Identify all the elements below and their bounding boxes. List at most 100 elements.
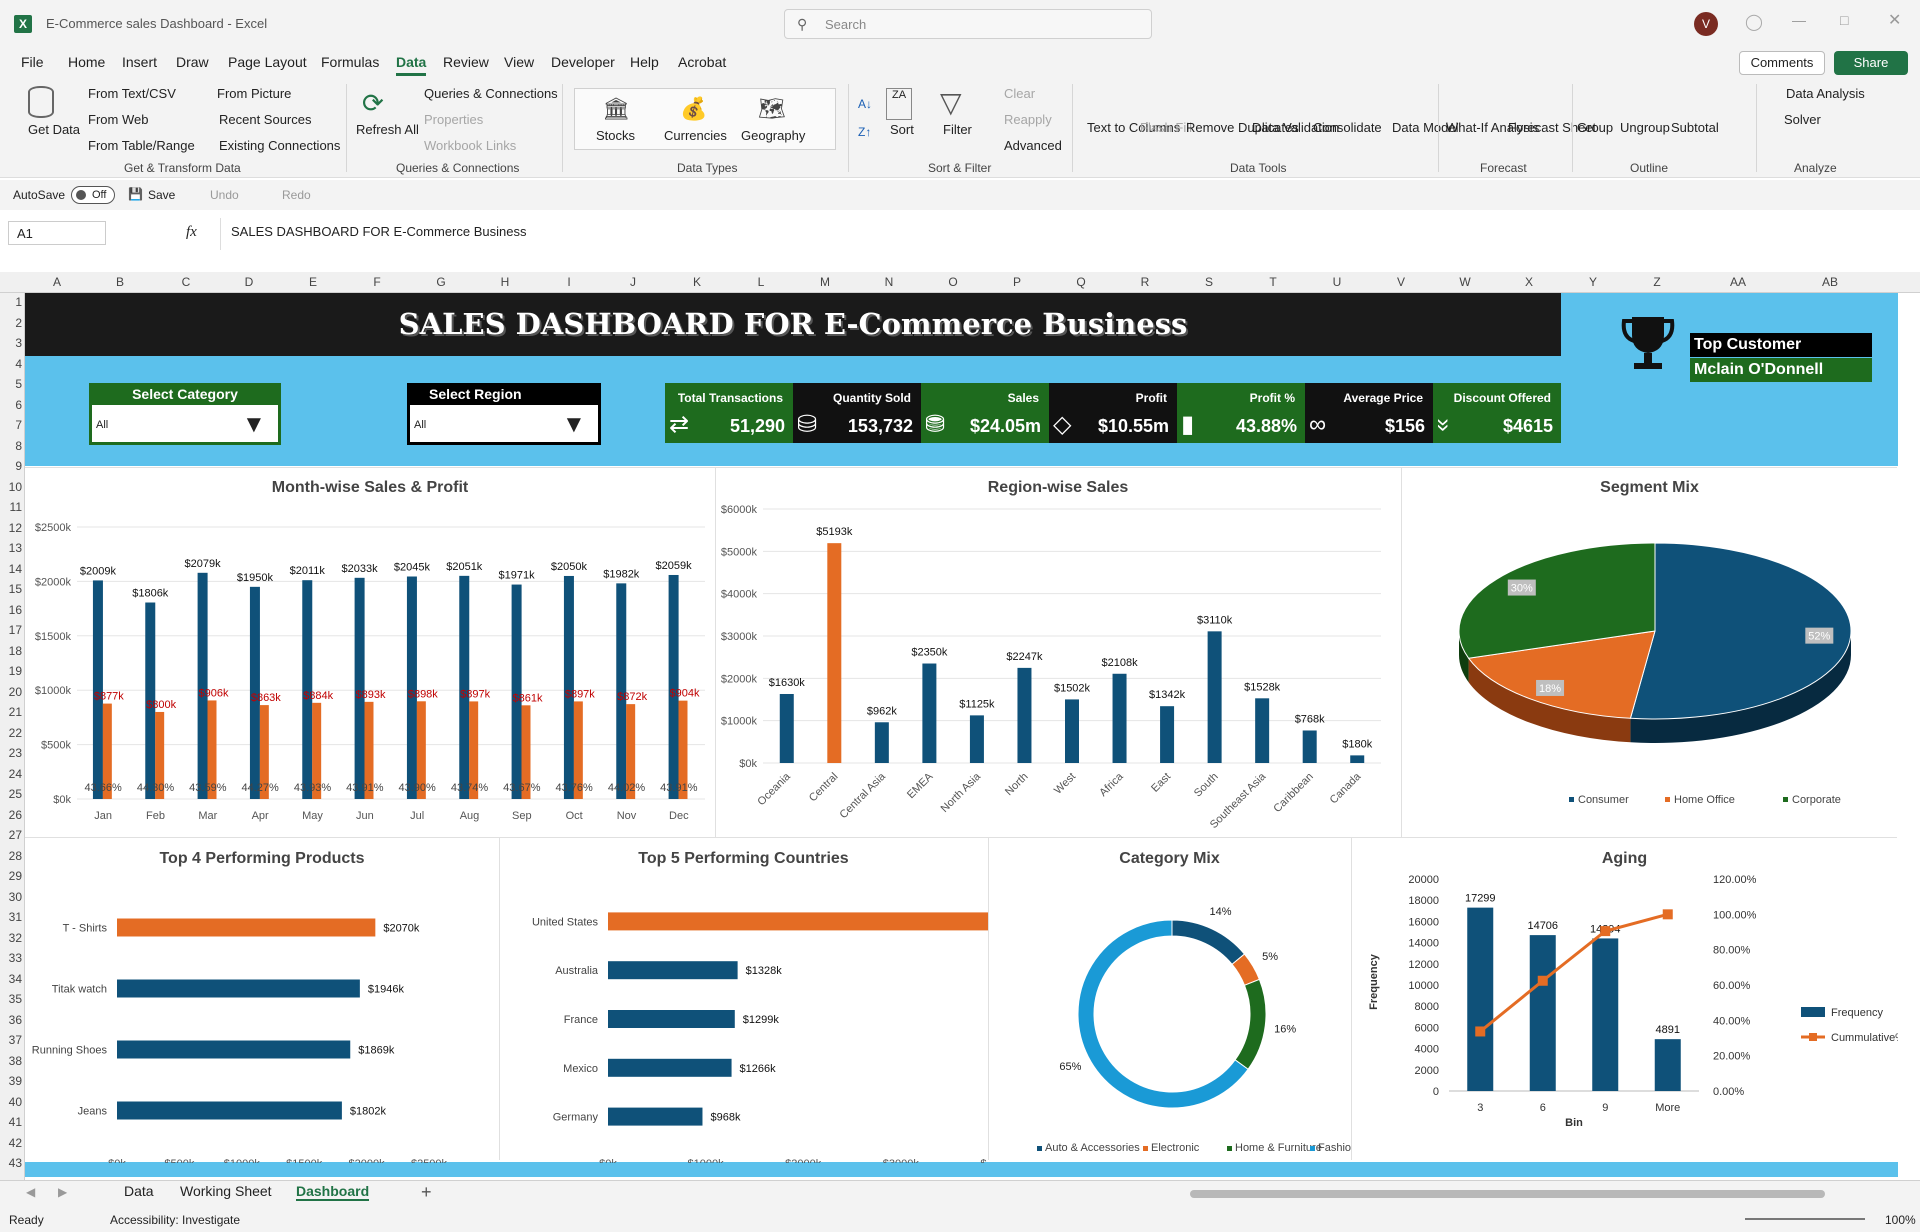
row-header[interactable]: 33 bbox=[0, 951, 22, 965]
row-header[interactable]: 24 bbox=[0, 767, 22, 781]
close-icon[interactable]: ✕ bbox=[1888, 10, 1901, 30]
solver-button[interactable]: Solver bbox=[1784, 112, 1821, 127]
row-header[interactable]: 21 bbox=[0, 705, 22, 719]
row-header[interactable]: 8 bbox=[0, 439, 22, 453]
from-web-button[interactable]: From Web bbox=[88, 112, 148, 127]
column-header[interactable]: Y bbox=[1583, 275, 1603, 289]
row-header[interactable]: 11 bbox=[0, 500, 22, 514]
zoom-slider[interactable] bbox=[1745, 1218, 1865, 1220]
column-header[interactable]: B bbox=[110, 275, 130, 289]
currencies-button[interactable]: Currencies bbox=[664, 128, 727, 143]
fx-icon[interactable]: fx bbox=[186, 224, 197, 241]
lightbulb-icon[interactable]: ◯ bbox=[1745, 12, 1763, 32]
row-header[interactable]: 4 bbox=[0, 357, 22, 371]
column-header[interactable]: N bbox=[879, 275, 899, 289]
column-header[interactable]: J bbox=[623, 275, 643, 289]
menu-insert[interactable]: Insert bbox=[122, 54, 157, 70]
column-header[interactable]: A bbox=[47, 275, 67, 289]
row-header[interactable]: 14 bbox=[0, 562, 22, 576]
prev-sheet-icon[interactable]: ◀ bbox=[26, 1185, 35, 1199]
clear-button[interactable]: Clear bbox=[1004, 86, 1035, 101]
menu-acrobat[interactable]: Acrobat bbox=[678, 54, 726, 70]
horizontal-scrollbar[interactable] bbox=[1190, 1190, 1825, 1198]
menu-review[interactable]: Review bbox=[443, 54, 489, 70]
row-header[interactable]: 17 bbox=[0, 623, 22, 637]
menu-developer[interactable]: Developer bbox=[551, 54, 615, 70]
group-button[interactable]: Group bbox=[1577, 120, 1613, 135]
properties-button[interactable]: Properties bbox=[424, 112, 483, 127]
existing-connections-button[interactable]: Existing Connections bbox=[219, 138, 340, 153]
row-header[interactable]: 2 bbox=[0, 316, 22, 330]
flash-fill-button[interactable]: Flash Fill bbox=[1140, 120, 1192, 135]
column-header[interactable]: V bbox=[1391, 275, 1411, 289]
row-header[interactable]: 36 bbox=[0, 1013, 22, 1027]
menu-view[interactable]: View bbox=[504, 54, 534, 70]
column-header[interactable]: AA bbox=[1728, 275, 1748, 289]
row-header[interactable]: 1 bbox=[0, 295, 22, 309]
column-header[interactable]: G bbox=[431, 275, 451, 289]
next-sheet-icon[interactable]: ▶ bbox=[58, 1185, 67, 1199]
workbook-links-button[interactable]: Workbook Links bbox=[424, 138, 516, 153]
menu-data[interactable]: Data bbox=[396, 54, 427, 76]
row-header[interactable]: 25 bbox=[0, 787, 22, 801]
row-header[interactable]: 13 bbox=[0, 541, 22, 555]
column-header[interactable]: K bbox=[687, 275, 707, 289]
name-box[interactable]: A1 bbox=[8, 221, 106, 245]
save-button[interactable]: Save bbox=[148, 188, 175, 202]
sort-button[interactable]: Sort bbox=[890, 122, 914, 137]
data-model-button[interactable]: Data Model bbox=[1392, 120, 1458, 135]
data-analysis-button[interactable]: Data Analysis bbox=[1786, 86, 1865, 101]
select-region[interactable]: Select Region All ▼ bbox=[407, 383, 601, 445]
accessibility-status[interactable]: Accessibility: Investigate bbox=[110, 1213, 240, 1227]
menu-formulas[interactable]: Formulas bbox=[321, 54, 379, 70]
formula-input[interactable]: SALES DASHBOARD FOR E-Commerce Business bbox=[220, 218, 1910, 250]
column-header[interactable]: H bbox=[495, 275, 515, 289]
row-header[interactable]: 43 bbox=[0, 1156, 22, 1170]
row-header[interactable]: 38 bbox=[0, 1054, 22, 1068]
from-picture-button[interactable]: From Picture bbox=[217, 86, 291, 101]
row-header[interactable]: 9 bbox=[0, 459, 22, 473]
menu-page-layout[interactable]: Page Layout bbox=[228, 54, 307, 70]
column-header[interactable]: O bbox=[943, 275, 963, 289]
row-header[interactable]: 22 bbox=[0, 726, 22, 740]
menu-draw[interactable]: Draw bbox=[176, 54, 209, 70]
row-header[interactable]: 34 bbox=[0, 972, 22, 986]
row-header[interactable]: 27 bbox=[0, 828, 22, 842]
column-header[interactable]: C bbox=[176, 275, 196, 289]
advanced-button[interactable]: Advanced bbox=[1004, 138, 1062, 153]
row-header[interactable]: 3 bbox=[0, 336, 22, 350]
column-header[interactable]: Q bbox=[1071, 275, 1091, 289]
row-header[interactable]: 12 bbox=[0, 521, 22, 535]
zoom-level[interactable]: 100% bbox=[1885, 1213, 1916, 1227]
row-header[interactable]: 5 bbox=[0, 377, 22, 391]
row-header[interactable]: 26 bbox=[0, 808, 22, 822]
row-header[interactable]: 20 bbox=[0, 685, 22, 699]
row-header[interactable]: 6 bbox=[0, 398, 22, 412]
column-header[interactable]: F bbox=[367, 275, 387, 289]
reapply-button[interactable]: Reapply bbox=[1004, 112, 1052, 127]
column-header[interactable]: I bbox=[559, 275, 579, 289]
comments-button[interactable]: Comments bbox=[1739, 51, 1825, 75]
row-header[interactable]: 42 bbox=[0, 1136, 22, 1150]
column-header[interactable]: W bbox=[1455, 275, 1475, 289]
row-header[interactable]: 37 bbox=[0, 1033, 22, 1047]
tab-data[interactable]: Data bbox=[124, 1183, 154, 1199]
autosave-toggle[interactable]: Off bbox=[71, 186, 115, 204]
column-header[interactable]: L bbox=[751, 275, 771, 289]
row-header[interactable]: 40 bbox=[0, 1095, 22, 1109]
sort-az-icon[interactable]: A↓ Z↑ bbox=[858, 90, 872, 146]
column-header[interactable]: AB bbox=[1820, 275, 1840, 289]
select-category[interactable]: Select Category All ▼ bbox=[89, 383, 281, 445]
menu-file[interactable]: File bbox=[21, 54, 44, 70]
add-sheet-icon[interactable]: + bbox=[421, 1182, 432, 1203]
menu-help[interactable]: Help bbox=[630, 54, 659, 70]
column-header[interactable]: T bbox=[1263, 275, 1283, 289]
row-header[interactable]: 31 bbox=[0, 910, 22, 924]
column-header[interactable]: X bbox=[1519, 275, 1539, 289]
row-header[interactable]: 16 bbox=[0, 603, 22, 617]
row-header[interactable]: 18 bbox=[0, 644, 22, 658]
forecast-sheet-button[interactable]: Forecast Sheet bbox=[1508, 120, 1596, 135]
row-header[interactable]: 39 bbox=[0, 1074, 22, 1088]
column-header[interactable]: S bbox=[1199, 275, 1219, 289]
column-header[interactable]: P bbox=[1007, 275, 1027, 289]
